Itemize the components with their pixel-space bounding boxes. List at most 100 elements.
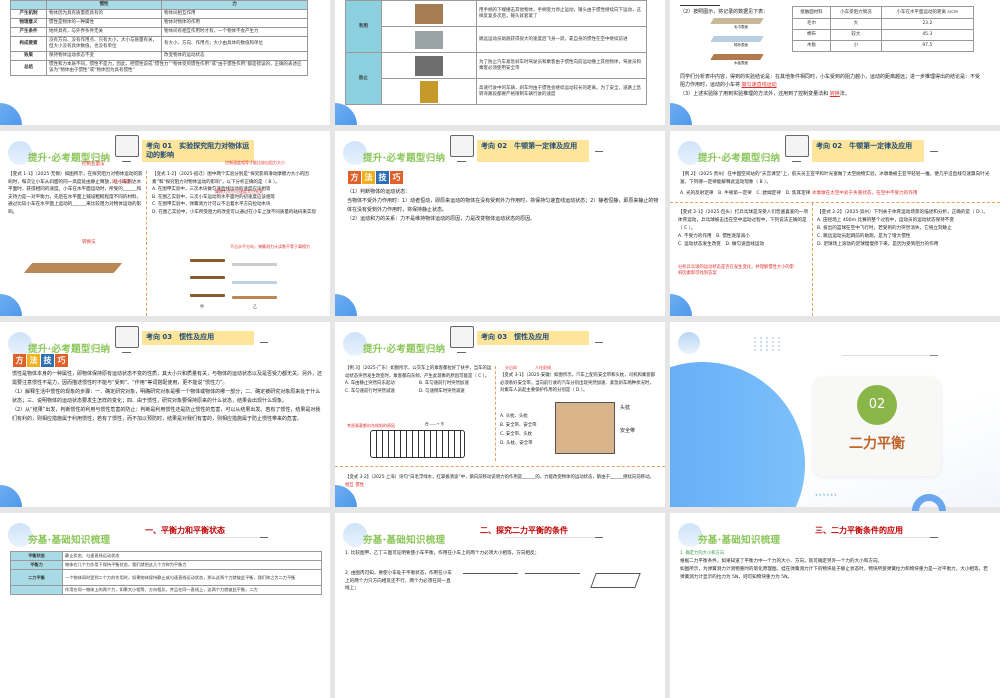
cell: 用手柄的下端撞击其他物体，手柄受力停止运动，锤头由于惯性继续向下运动，这样反复多… bbox=[476, 0, 647, 27]
apparatus-figure-3 bbox=[590, 573, 641, 588]
topic-title: 考向 02 牛顿第一定律及应用 bbox=[812, 140, 924, 162]
cell: 一个物体同时受到二个力的作用时，如果物体保持静止或匀速直线运动状态，那么这两个力… bbox=[62, 569, 322, 586]
corner-decoration bbox=[335, 103, 357, 125]
cell: 没有方向、没有作用点、只有大小，大小与质量有关，但大小没有具体数值，也没有单位 bbox=[46, 36, 162, 52]
slide-thumbnail-11[interactable]: 夯基·基础知识梳理 二、探究二力平衡的条件 1. 比较图甲、乙丁三图可证明要使小… bbox=[335, 513, 665, 698]
row-label: 总结 bbox=[10, 60, 47, 76]
row-label: 平衡力 bbox=[10, 560, 63, 570]
monitor-icon bbox=[115, 135, 139, 162]
cell: 大 bbox=[830, 18, 882, 30]
body-text: 1. 比较图甲、乙丁三图可证明要使小车平衡，作用在小车上的两个力必须大小相等，方… bbox=[345, 551, 540, 556]
question-3-2: 【变式 3-2】（2025·上海）诗句“白毛浮绿水，红掌拨清波”中，鹅向前移动说… bbox=[345, 475, 654, 488]
row-label: 效果 bbox=[10, 51, 47, 61]
annotation: 控制变量法 bbox=[82, 162, 105, 167]
dot-grid-decoration bbox=[752, 336, 782, 352]
annotation: 头后仰 bbox=[505, 365, 517, 370]
slide-thumbnail-3[interactable]: （2）按照图示，将记录的数据见下表： 毛巾表面 棉布表面 木板表面 接触面材料小… bbox=[670, 0, 1000, 125]
corner-decoration bbox=[670, 103, 692, 125]
row-label: 构成要素 bbox=[10, 36, 47, 52]
corner-decoration bbox=[335, 294, 357, 316]
annotation: 分析乒乓球的运动状态是否在发生变化，并理解惯性大小的影响因素即可找到答案 bbox=[678, 265, 795, 276]
monitor-icon bbox=[785, 135, 809, 162]
row-label: 防止 bbox=[345, 52, 382, 105]
figure-label: 安全带 bbox=[620, 428, 636, 434]
section-header: 提升·必考题型归纳 bbox=[363, 153, 446, 164]
row-label: 平衡状态 bbox=[10, 551, 63, 561]
surface-label: 棉布表面 bbox=[734, 43, 748, 47]
cell: 惯性是物体的一种属性 bbox=[46, 18, 162, 28]
col-header: 惯性 bbox=[46, 0, 162, 10]
bus-figure bbox=[370, 430, 465, 458]
slide-thumbnail-1[interactable]: 惯性力 产生机制 物体因为具有质量而具有的 物体间相互作用 物理意义 惯性是物体的一种… bbox=[0, 0, 330, 125]
annotation: 同一高度 bbox=[112, 180, 130, 185]
apparatus-figure-1 bbox=[463, 573, 518, 603]
section-header: 夯基·基础知识梳理 bbox=[363, 535, 446, 546]
cell: 23.2 bbox=[880, 18, 975, 30]
conclusion-text: 同学们分析表中内容，得到的实验结论是：在其他条件相同时，小车受到的阻力越小，运动… bbox=[680, 74, 981, 88]
row-label bbox=[10, 585, 63, 595]
section-heading: 三、二力平衡条件的应用 bbox=[815, 526, 903, 535]
photo-hammer bbox=[381, 0, 477, 27]
slide-thumbnail-4[interactable]: 提升·必考题型归纳 考向 01 实验探究阻力对物体运动的影响 控制变量法 控制速… bbox=[0, 131, 330, 316]
body-text: 2. 由图丙可知，要使小车处于平衡状态，作用在小车上的两个力只方向相反还不行，两… bbox=[345, 571, 452, 591]
annotation: 控制速度相等才能比较出阻力大小 bbox=[225, 160, 285, 165]
annotation: 摩擦力大小与速度大小无关 bbox=[215, 189, 263, 194]
cell: 始终具有，与外界条件无关 bbox=[46, 27, 162, 37]
cell: 较大 bbox=[830, 29, 882, 41]
figure-label: 头枕 bbox=[620, 405, 631, 411]
corner-decoration bbox=[670, 294, 692, 316]
photo-seatbelt bbox=[381, 52, 477, 79]
slide-thumbnail-2[interactable]: 利用 用手柄的下端撞击其他物体，手柄受力停止运动，锤头由于惯性继续向下运动，这样反… bbox=[335, 0, 665, 125]
corner-decoration bbox=[0, 103, 22, 125]
inertia-use-table: 利用 用手柄的下端撞击其他物体，手柄受力停止运动，锤头由于惯性继续向下运动，这样反… bbox=[345, 0, 647, 105]
topic-title: 考向 03 惯性及应用 bbox=[142, 331, 254, 345]
large-circle-decoration bbox=[670, 362, 805, 507]
cell: 跳远运动员助跑获得很大的速度后飞身一跃，靠自身的惯性在空中继续前进 bbox=[476, 26, 647, 53]
slide-thumbnail-9[interactable]: 02 二力平衡 bbox=[670, 322, 1000, 507]
body-text: 惯性是物体本身的一种属性，即物体保持原有运动状态不变的性质，其大小只和质量有关，… bbox=[12, 371, 323, 422]
slide-thumbnail-10[interactable]: 夯基·基础知识梳理 一、平衡力和平衡状态 平衡状态 静止状态、匀速直线运动状态 平… bbox=[0, 513, 330, 698]
slide-thumbnail-7[interactable]: 提升·必考题型归纳 考向 03 惯性及应用 方法技巧 惯性是物体本身的一种属性，… bbox=[0, 322, 330, 507]
figure-label: 甲 bbox=[200, 304, 204, 309]
cell: 物体对物体的作用 bbox=[161, 18, 308, 28]
photo-long-jump bbox=[381, 26, 477, 53]
experiment-table: 接触面材料 小车受阻力情况 小车在水平面运动的距离 s/cm 毛巾大 23.2 棉布较… bbox=[791, 6, 975, 52]
surface-label: 毛巾表面 bbox=[734, 25, 748, 29]
section-header: 提升·必考题型归纳 bbox=[28, 344, 111, 355]
question-2-1: 【变式 2-1】（2025·包头）打乒乓球是深受人们普遍喜爱的一项体育运动，乒乓… bbox=[678, 210, 809, 247]
header-decoration bbox=[678, 332, 700, 354]
figure-yi bbox=[232, 263, 277, 266]
direction-label: 西 ——→ 东 bbox=[425, 422, 445, 426]
cell: 有大小、方向、作用点；大小由具体的数值和单位 bbox=[161, 36, 308, 52]
slide-thumbnail-5[interactable]: 提升·必考题型归纳 考向 02 牛顿第一定律及应用 方法技巧 （1）判断物体的运… bbox=[335, 131, 665, 316]
row-label: 利用 bbox=[345, 0, 382, 53]
annotation: 转换法 bbox=[82, 240, 96, 245]
slide-thumbnail-6[interactable]: 提升·必考题型归纳 考向 02 牛顿第一定律及应用 【例 2】（2025·贵州）… bbox=[670, 131, 1000, 316]
cell: 物体间相互作用 bbox=[161, 9, 308, 19]
cell: 作用在同一物体上的两个力，如果大小相等、方向相反，并且在同一直线上，这两个力就彼… bbox=[62, 585, 322, 595]
cell: 棉布 bbox=[791, 29, 832, 41]
annotation: 人往前倾 bbox=[535, 365, 551, 370]
balance-table: 平衡状态 静止状态、匀速直线运动状态 平衡力 物体在几个力作用下保持平衡状态，我们就… bbox=[10, 551, 322, 595]
figure-jia bbox=[190, 259, 225, 262]
body-text: 如图所示，为弹簧测力计测物重时的简化原理图。挂在弹簧测力计下的物块处于静止状态时… bbox=[680, 567, 988, 580]
body-text: 根据二力平衡条件，如果知道了平衡力中一个力的大小、方向，就可确定另外一个力的大小… bbox=[680, 559, 883, 564]
cell: 物体因为具有质量而具有的 bbox=[46, 9, 162, 19]
section-header: 提升·必考题型归纳 bbox=[363, 344, 446, 355]
slide-thumbnail-12[interactable]: 夯基·基础知识梳理 三、二力平衡条件的应用 1. 确定力的大小和方向 根据二力平… bbox=[670, 513, 1000, 698]
section-card: 02 二力平衡 bbox=[813, 377, 941, 476]
section-header: 提升·必考题型归纳 bbox=[698, 153, 781, 164]
cell: 小 bbox=[830, 40, 882, 52]
col-header: 小车在水平面运动的距离 s/cm bbox=[880, 6, 975, 19]
question-text: 【变式 1-1】（2025·无锡）如图所示，在探究阻力对物体运动的影响时，每次让… bbox=[8, 172, 143, 215]
section-heading: 二、探究二力平衡的条件 bbox=[480, 526, 568, 535]
method-tips-badge: 方法技巧 bbox=[348, 171, 403, 184]
question-2-2: 【变式 2-2】（2025·滨州）下列关于体育运动场景的描述和分析，正确的是（ … bbox=[817, 210, 988, 247]
slide-thumbnail-8[interactable]: 提升·必考题型归纳 考向 03 惯性及应用 【例 3】（2025·广东）如图所示… bbox=[335, 322, 665, 507]
monitor-icon bbox=[450, 326, 474, 353]
topic-title: 考向 03 惯性及应用 bbox=[477, 331, 589, 345]
row-label: 二力平衡 bbox=[10, 569, 63, 586]
incline-board-figure bbox=[23, 263, 123, 273]
driver-seatbelt-figure bbox=[555, 402, 615, 454]
cell: 静止状态、匀速直线运动状态 bbox=[62, 551, 322, 561]
